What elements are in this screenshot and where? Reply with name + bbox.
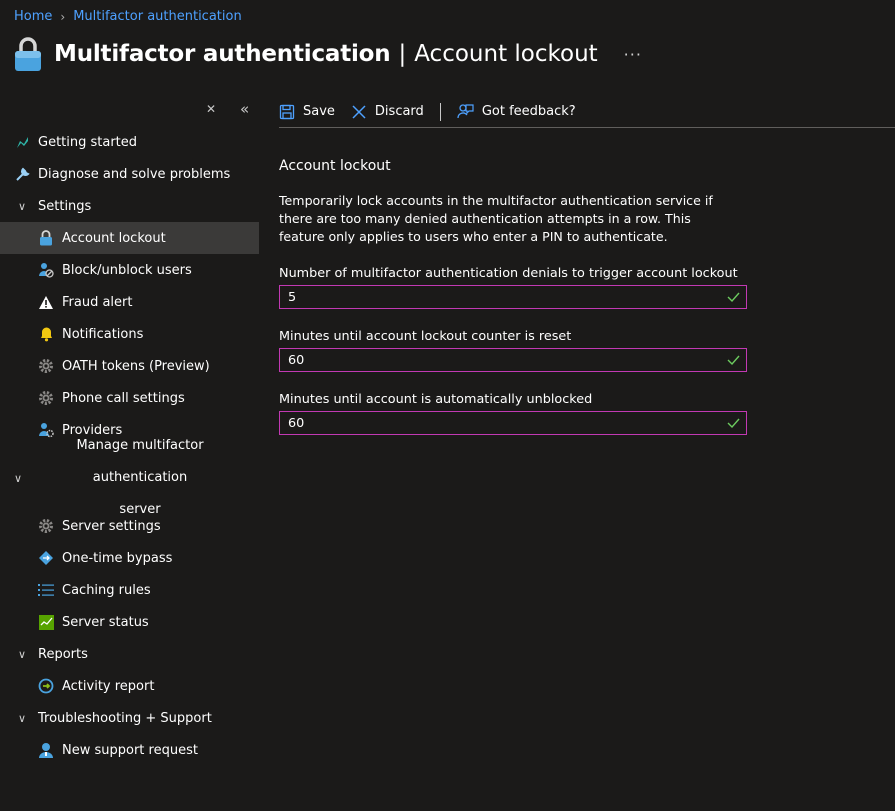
breadcrumb: Home › Multifactor authentication (14, 9, 242, 24)
sidebar-item-caching-rules[interactable]: Caching rules (0, 574, 259, 606)
sidebar-item-notifications[interactable]: Notifications (0, 318, 259, 350)
checkmark-icon (727, 418, 740, 428)
support-icon (38, 742, 54, 758)
sidebar-item-diagnose[interactable]: Diagnose and solve problems (0, 158, 259, 190)
bell-icon (38, 326, 54, 342)
discard-button[interactable]: Discard (351, 104, 424, 120)
sidebar-group-manage-mfa-server[interactable]: ∨ Manage multifactor authentication serv… (0, 438, 259, 517)
block-users-icon (38, 262, 54, 278)
sidebar-item-label: Manage multifactor authentication server (30, 430, 250, 526)
toolbar-divider (439, 102, 441, 121)
sidebar-item-label: One-time bypass (62, 550, 173, 566)
bypass-icon (38, 550, 54, 566)
sidebar-item-label-line2: server (119, 502, 161, 517)
chevron-down-icon: ∨ (17, 199, 27, 213)
sidebar-item-label: Activity report (62, 678, 155, 694)
sidebar-item-one-time-bypass[interactable]: One-time bypass (0, 542, 259, 574)
gear-icon (38, 390, 54, 406)
collapse-sidebar-icon[interactable]: « (240, 100, 249, 118)
sidebar-item-label: Getting started (38, 134, 138, 150)
feedback-label: Got feedback? (481, 104, 576, 119)
sidebar-item-label: Caching rules (62, 582, 151, 598)
feedback-button[interactable]: Got feedback? (457, 103, 576, 120)
breadcrumb-separator-icon: › (60, 9, 66, 24)
close-icon (352, 104, 366, 119)
page-title: Multifactor authentication (54, 41, 391, 67)
counter-reset-input[interactable]: 60 (279, 348, 747, 372)
checkmark-icon (727, 355, 740, 365)
lock-icon (38, 230, 54, 246)
list-icon (38, 582, 54, 598)
sidebar-item-label: Fraud alert (62, 294, 133, 310)
sidebar-group-troubleshooting[interactable]: ∨ Troubleshooting + Support (0, 702, 259, 734)
denials-value: 5 (288, 289, 297, 305)
gear-icon (38, 518, 54, 534)
counter-reset-value: 60 (288, 352, 305, 368)
auto-unblock-input[interactable]: 60 (279, 411, 747, 435)
sidebar-item-getting-started[interactable]: Getting started (0, 126, 259, 158)
sidebar-item-new-support-request[interactable]: New support request (0, 734, 259, 766)
gear-icon (38, 358, 54, 374)
sidebar: ✕ « Getting started Diagnose and solve p… (0, 96, 259, 766)
feedback-icon (457, 104, 474, 119)
denials-input[interactable]: 5 (279, 285, 747, 309)
sidebar-item-label: New support request (62, 742, 198, 758)
auto-unblock-label: Minutes until account is automatically u… (279, 392, 593, 407)
sidebar-item-account-lockout[interactable]: Account lockout (0, 222, 259, 254)
chevron-down-icon: ∨ (17, 711, 27, 725)
sidebar-item-block-unblock-users[interactable]: Block/unblock users (0, 254, 259, 286)
sidebar-item-label: Phone call settings (62, 390, 185, 406)
section-description: Temporarily lock accounts in the multifa… (279, 193, 713, 244)
breadcrumb-home[interactable]: Home (14, 9, 52, 24)
activity-report-icon (38, 678, 54, 694)
breadcrumb-current[interactable]: Multifactor authentication (73, 9, 242, 24)
sidebar-item-phone-call-settings[interactable]: Phone call settings (0, 382, 259, 414)
getting-started-icon (14, 134, 30, 150)
sidebar-item-fraud-alert[interactable]: Fraud alert (0, 286, 259, 318)
sidebar-item-label: Account lockout (62, 230, 166, 246)
section-title: Account lockout (279, 158, 391, 174)
sidebar-item-label: Reports (38, 646, 88, 662)
sidebar-item-label: OATH tokens (Preview) (62, 358, 210, 374)
sidebar-item-label: Server settings (62, 518, 161, 534)
sidebar-item-activity-report[interactable]: Activity report (0, 670, 259, 702)
server-status-icon (38, 614, 54, 630)
sidebar-item-label: Diagnose and solve problems (38, 166, 231, 182)
title-divider: | (398, 41, 407, 67)
command-bar: Save Discard Got feedback? (279, 96, 895, 128)
save-button[interactable]: Save (279, 104, 335, 120)
collapse-all-icon[interactable]: ✕ (206, 102, 216, 116)
chevron-down-icon: ∨ (17, 647, 27, 661)
sidebar-item-label: Settings (38, 198, 92, 214)
page-subtitle: Account lockout (414, 41, 598, 67)
page-header: Multifactor authentication | Account loc… (14, 36, 642, 72)
sidebar-item-label: Troubleshooting + Support (38, 710, 212, 726)
sidebar-item-server-status[interactable]: Server status (0, 606, 259, 638)
sidebar-item-label: Block/unblock users (62, 262, 192, 278)
sidebar-item-label-line1: Manage multifactor authentication (76, 438, 204, 485)
counter-reset-label: Minutes until account lockout counter is… (279, 329, 572, 344)
lock-icon (15, 37, 41, 71)
discard-label: Discard (374, 104, 424, 119)
auto-unblock-value: 60 (288, 415, 305, 431)
save-icon (279, 104, 295, 119)
main-content: Account lockout Temporarily lock account… (279, 150, 749, 435)
save-label: Save (303, 104, 335, 119)
sidebar-item-label: Notifications (62, 326, 144, 342)
sidebar-group-reports[interactable]: ∨ Reports (0, 638, 259, 670)
wrench-icon (14, 166, 30, 182)
warning-icon (38, 294, 54, 310)
sidebar-item-oath-tokens[interactable]: OATH tokens (Preview) (0, 350, 259, 382)
sidebar-group-settings[interactable]: ∨ Settings (0, 190, 259, 222)
chevron-down-icon: ∨ (14, 471, 23, 485)
checkmark-icon (727, 292, 740, 302)
denials-label: Number of multifactor authentication den… (279, 266, 738, 281)
sidebar-item-label: Server status (62, 614, 149, 630)
more-options-button[interactable]: ··· (624, 45, 642, 64)
